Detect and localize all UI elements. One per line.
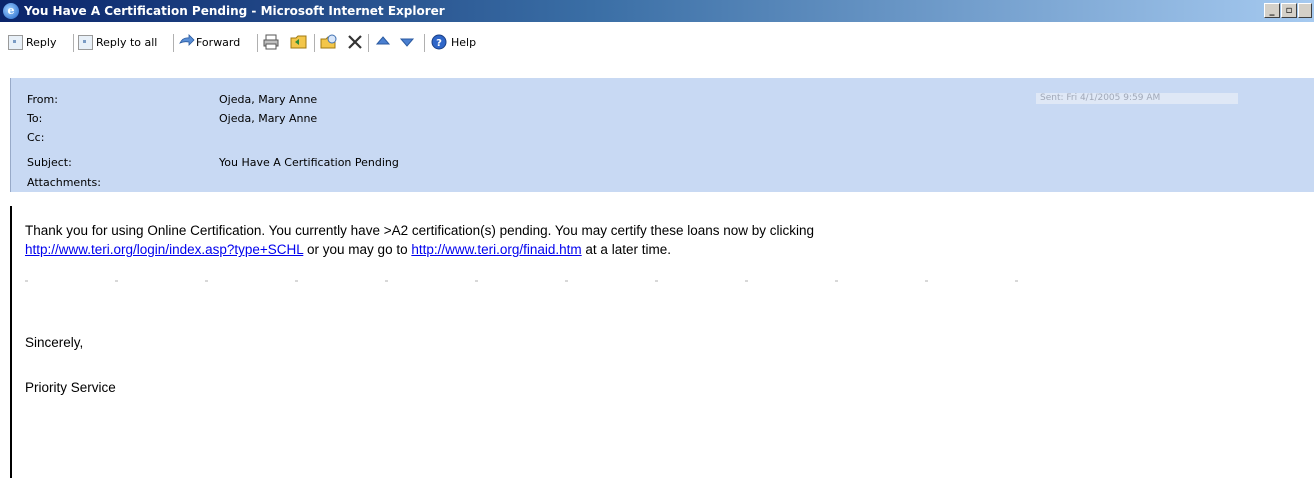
toolbar-separator bbox=[424, 34, 425, 52]
toolbar-separator bbox=[314, 34, 315, 52]
print-button[interactable] bbox=[262, 32, 280, 52]
forward-button[interactable]: Forward bbox=[178, 32, 240, 52]
cc-label: Cc: bbox=[27, 131, 45, 144]
to-label: To: bbox=[27, 112, 43, 125]
toolbar-separator bbox=[368, 34, 369, 52]
print-icon bbox=[262, 33, 280, 51]
sent-date: Sent: Fri 4/1/2005 9:59 AM bbox=[1036, 93, 1238, 104]
internet-explorer-icon: e bbox=[3, 3, 19, 19]
reply-button[interactable]: Reply bbox=[8, 32, 56, 52]
minimize-button[interactable]: _ bbox=[1264, 3, 1280, 18]
delete-button[interactable] bbox=[346, 32, 364, 52]
help-button[interactable]: ? Help bbox=[430, 32, 476, 52]
help-label: Help bbox=[451, 35, 477, 49]
message-line-1: Thank you for using Online Certification… bbox=[25, 223, 815, 238]
attachments-label: Attachments: bbox=[27, 176, 101, 189]
to-value: Ojeda, Mary Anne bbox=[219, 112, 318, 125]
faded-text-line bbox=[25, 280, 1085, 282]
toolbar-row: Reply Reply to all Forward ? Help bbox=[6, 30, 1310, 54]
message-end-text: at a later time. bbox=[581, 242, 671, 257]
reply-all-icon bbox=[78, 34, 93, 50]
forward-icon bbox=[178, 33, 196, 51]
window-title: You Have A Certification Pending - Micro… bbox=[24, 4, 445, 18]
reply-all-button[interactable]: Reply to all bbox=[78, 32, 157, 52]
subject-value: You Have A Certification Pending bbox=[219, 156, 399, 169]
reply-icon bbox=[8, 34, 23, 50]
save-attachment-button[interactable] bbox=[290, 32, 308, 52]
message-toolbar: Reply Reply to all Forward ? Help bbox=[0, 22, 1314, 78]
from-value: Ojeda, Mary Anne bbox=[219, 93, 318, 106]
forward-label: Forward bbox=[196, 35, 241, 49]
close-button-partial[interactable] bbox=[1298, 3, 1312, 18]
window-titlebar: e You Have A Certification Pending - Mic… bbox=[0, 0, 1314, 22]
move-to-folder-button[interactable] bbox=[320, 32, 338, 52]
reply-label: Reply bbox=[26, 35, 57, 49]
up-arrow-icon bbox=[374, 33, 392, 51]
toolbar-separator bbox=[173, 34, 174, 52]
subject-label: Subject: bbox=[27, 156, 72, 169]
next-item-button[interactable] bbox=[398, 32, 416, 52]
restore-button[interactable]: ▫ bbox=[1281, 3, 1297, 18]
from-label: From: bbox=[27, 93, 58, 106]
folder-icon bbox=[290, 33, 308, 51]
login-link[interactable]: http://www.teri.org/login/index.asp?type… bbox=[25, 242, 303, 257]
closing-text: Sincerely, bbox=[25, 335, 84, 350]
previous-item-button[interactable] bbox=[374, 32, 392, 52]
svg-text:?: ? bbox=[436, 38, 442, 49]
message-header: From: Ojeda, Mary Anne To: Ojeda, Mary A… bbox=[10, 78, 1314, 192]
message-line-2: http://www.teri.org/login/index.asp?type… bbox=[25, 242, 671, 257]
toolbar-separator bbox=[73, 34, 74, 52]
finaid-link[interactable]: http://www.teri.org/finaid.htm bbox=[411, 242, 581, 257]
down-arrow-icon bbox=[398, 33, 416, 51]
move-icon bbox=[320, 33, 338, 51]
delete-icon bbox=[346, 33, 364, 51]
help-icon: ? bbox=[430, 33, 448, 51]
toolbar-separator bbox=[257, 34, 258, 52]
signature-text: Priority Service bbox=[25, 380, 116, 395]
message-body: Thank you for using Online Certification… bbox=[10, 206, 1314, 478]
message-mid-text: or you may go to bbox=[303, 242, 412, 257]
reply-all-label: Reply to all bbox=[96, 35, 158, 49]
